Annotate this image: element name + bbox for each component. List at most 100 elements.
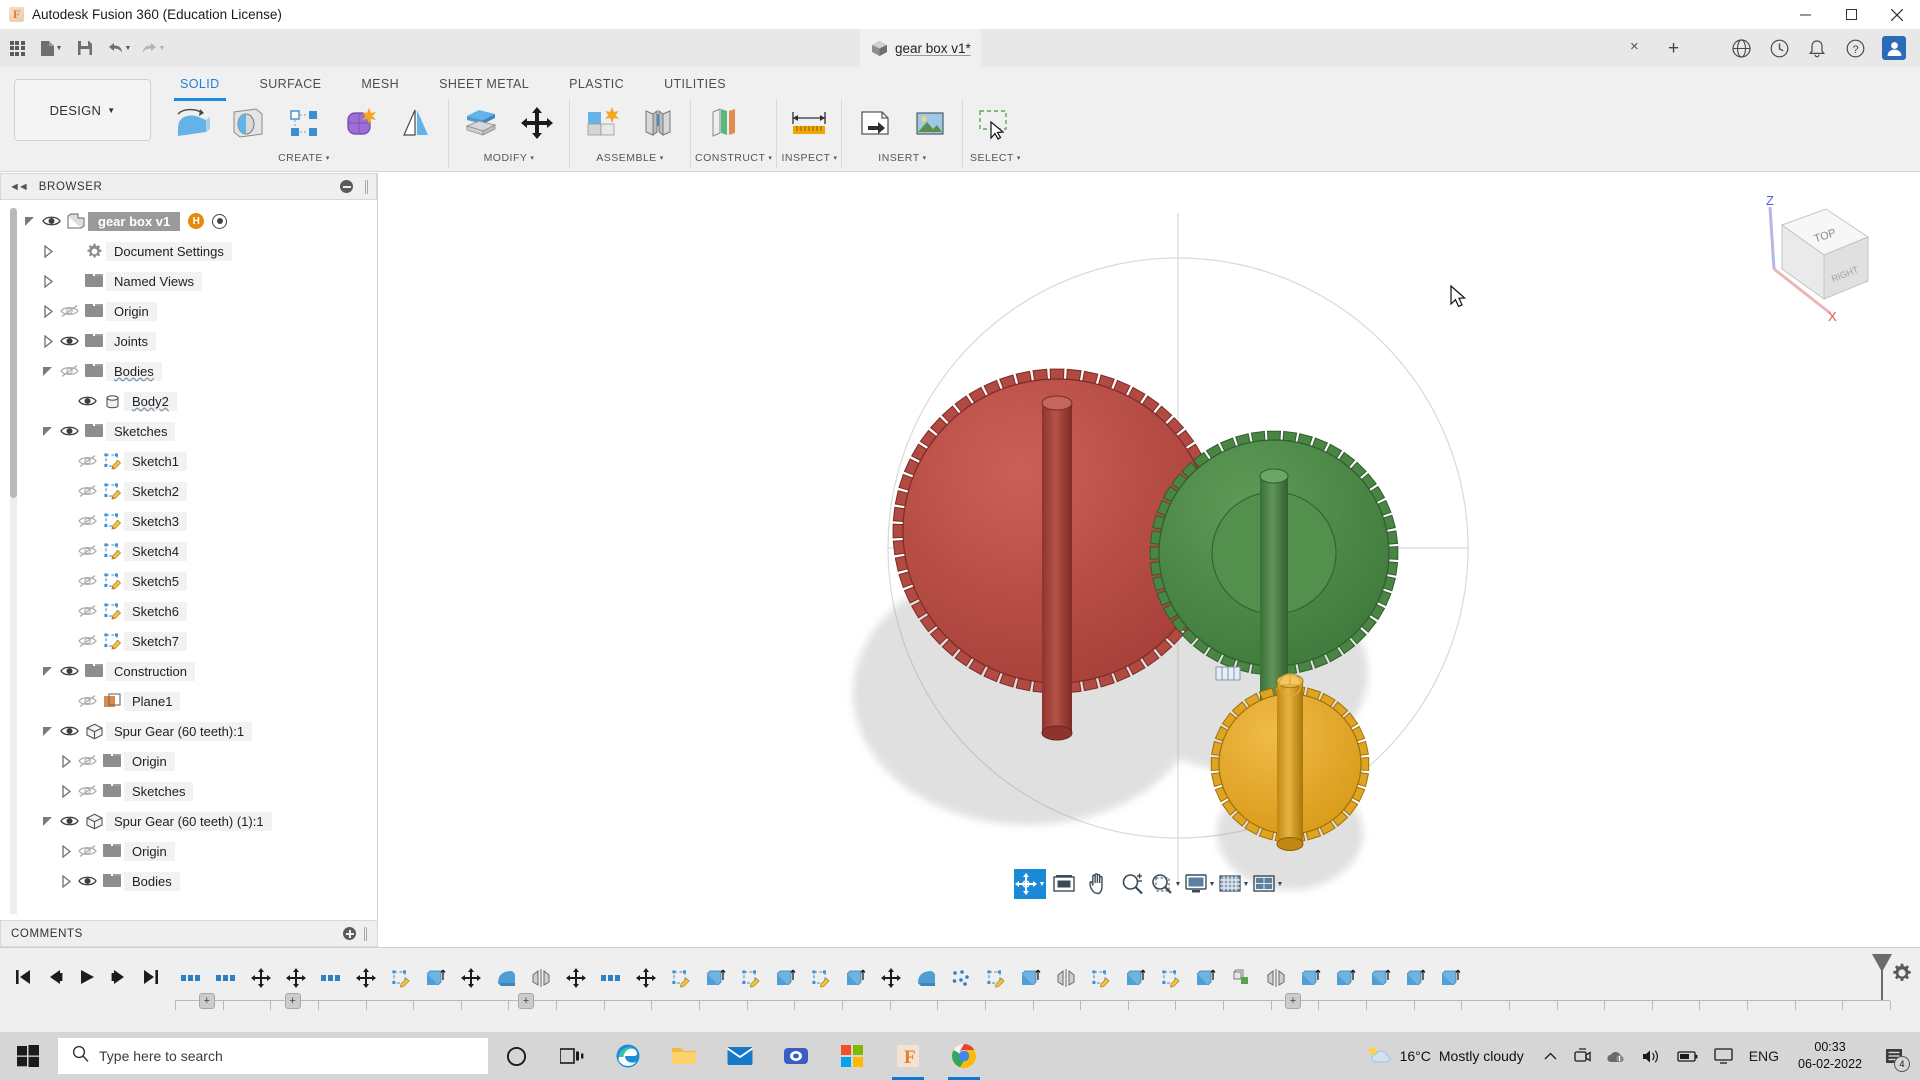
tree-node[interactable]: Sketch7 (22, 626, 377, 656)
undo-icon[interactable]: ▼ (102, 29, 136, 67)
skip-start-icon[interactable] (8, 962, 38, 992)
eye-visible-icon[interactable] (38, 206, 64, 236)
extrude-icon[interactable] (164, 99, 220, 147)
language-indicator[interactable]: ENG (1742, 1032, 1786, 1080)
expand-triangle-icon[interactable] (58, 776, 74, 806)
ribbon-group-label-select[interactable]: SELECT ▾ (967, 147, 1023, 169)
timeline-feature-sketch[interactable] (385, 961, 416, 995)
workspace-selector[interactable]: DESIGN ▼ (14, 79, 151, 141)
timeline-feature-sketch[interactable] (1155, 961, 1186, 995)
eye-hidden-icon[interactable] (74, 596, 100, 626)
timeline-feature-sketch-dims[interactable] (175, 961, 206, 995)
user-avatar[interactable] (1882, 36, 1906, 60)
window-selection-icon[interactable] (967, 99, 1023, 147)
ribbon-group-label-modify[interactable]: MODIFY ▾ (453, 147, 565, 169)
tree-node[interactable]: Origin (22, 836, 377, 866)
timeline-feature-joint[interactable] (350, 961, 381, 995)
teams-icon[interactable] (768, 1032, 824, 1080)
windows-start-icon[interactable] (0, 1032, 56, 1080)
chevron-down-icon[interactable]: ▼ (1039, 881, 1046, 888)
timeline-feature-sketch[interactable] (1085, 961, 1116, 995)
tree-node[interactable]: Bodies (22, 356, 377, 386)
eye-visible-icon[interactable] (56, 416, 82, 446)
task-view-icon[interactable] (544, 1032, 600, 1080)
minimize-button[interactable] (1782, 0, 1828, 29)
timeline-feature-extrude[interactable] (1365, 961, 1396, 995)
timeline-feature-extrude[interactable] (1015, 961, 1046, 995)
insert-derive-icon[interactable] (846, 99, 902, 147)
timeline-feature-sketch-dims[interactable] (595, 961, 626, 995)
expand-triangle-icon[interactable] (40, 236, 56, 266)
tree-node[interactable]: Bodies (22, 866, 377, 896)
timeline-feature-extrude[interactable] (1435, 961, 1466, 995)
minus-circle-icon[interactable] (340, 180, 353, 193)
joint-marker[interactable] (1216, 667, 1240, 680)
eye-hidden-icon[interactable] (74, 446, 100, 476)
mirror-icon[interactable] (388, 99, 444, 147)
expand-triangle-icon[interactable] (40, 296, 56, 326)
tab-plastic[interactable]: PLASTIC (549, 71, 644, 97)
timeline-feature-mirror[interactable] (1260, 961, 1291, 995)
tree-node[interactable]: Spur Gear (60 teeth) (1):1 (22, 806, 377, 836)
tab-solid[interactable]: SOLID (160, 71, 240, 97)
eye-hidden-icon[interactable] (56, 356, 82, 386)
timeline-end-marker[interactable] (1872, 954, 1892, 972)
display-settings-icon[interactable] (1048, 869, 1080, 899)
timeline-feature-joint[interactable] (560, 961, 591, 995)
chevron-down-icon[interactable]: ▼ (125, 45, 132, 52)
new-component-icon[interactable] (574, 99, 630, 147)
ribbon-group-label-inspect[interactable]: INSPECT ▾ (781, 147, 837, 169)
eye-visible-icon[interactable] (74, 386, 100, 416)
step-back-icon[interactable] (40, 962, 70, 992)
timeline-feature-sketch[interactable] (735, 961, 766, 995)
decal-icon[interactable] (902, 99, 958, 147)
collapse-triangle-icon[interactable] (40, 716, 56, 746)
display-icon[interactable] (1707, 1032, 1740, 1080)
timeline-feature-joint[interactable] (455, 961, 486, 995)
skip-end-icon[interactable] (136, 962, 166, 992)
tab-utilities[interactable]: UTILITIES (644, 71, 746, 97)
timeline-feature-extrude[interactable] (770, 961, 801, 995)
eye-hidden-icon[interactable] (74, 836, 100, 866)
eye-hidden-icon[interactable] (74, 776, 100, 806)
tab-sheet-metal[interactable]: SHEET METAL (419, 71, 549, 97)
chevron-up-icon[interactable] (1536, 1032, 1565, 1080)
new-document-icon[interactable]: + (1668, 38, 1679, 60)
timeline-feature-extrude[interactable] (1295, 961, 1326, 995)
tree-node[interactable]: Sketch3 (22, 506, 377, 536)
eye-hidden-icon[interactable] (74, 746, 100, 776)
globe-icon[interactable] (1730, 37, 1752, 59)
orbit-icon[interactable]: ▼ (1014, 869, 1046, 899)
timeline-feature-sketch[interactable] (665, 961, 696, 995)
ribbon-group-label-create[interactable]: CREATE ▾ (164, 147, 444, 169)
timeline-feature-extrude[interactable] (840, 961, 871, 995)
move-copy-icon[interactable] (509, 99, 565, 147)
volume-icon[interactable] (1635, 1032, 1668, 1080)
timeline-feature-sketch[interactable] (805, 961, 836, 995)
grid-snap-icon[interactable]: ▼ (1218, 869, 1250, 899)
timeline-ruler[interactable]: ++++ (175, 1000, 1890, 1014)
timeline-feature-mirror[interactable] (1050, 961, 1081, 995)
play-icon[interactable] (72, 962, 102, 992)
timeline-feature-extrude[interactable] (1190, 961, 1221, 995)
eye-visible-icon[interactable] (56, 716, 82, 746)
timeline-group-expand-icon[interactable]: + (199, 993, 215, 1009)
chevron-down-icon[interactable]: ▼ (1209, 881, 1216, 888)
app-grid-icon[interactable] (0, 29, 34, 67)
ribbon-group-label-assemble[interactable]: ASSEMBLE ▾ (574, 147, 686, 169)
clock-icon[interactable] (1768, 37, 1790, 59)
mail-icon[interactable] (712, 1032, 768, 1080)
timeline-feature-joint[interactable] (875, 961, 906, 995)
expand-triangle-icon[interactable] (58, 836, 74, 866)
collapse-triangle-icon[interactable] (40, 356, 56, 386)
eye-hidden-icon[interactable] (74, 476, 100, 506)
timeline-settings-icon[interactable] (1892, 963, 1912, 988)
expand-triangle-icon[interactable] (40, 266, 56, 296)
weather-widget[interactable]: 16°C Mostly cloudy (1356, 1045, 1534, 1068)
tree-node[interactable]: Named Views (22, 266, 377, 296)
tree-scrollbar-thumb[interactable] (10, 208, 17, 498)
close-document-icon[interactable]: × (1630, 38, 1639, 55)
save-icon[interactable] (68, 29, 102, 67)
timeline-group-expand-icon[interactable]: + (518, 993, 534, 1009)
timeline-feature-fillet[interactable] (910, 961, 941, 995)
